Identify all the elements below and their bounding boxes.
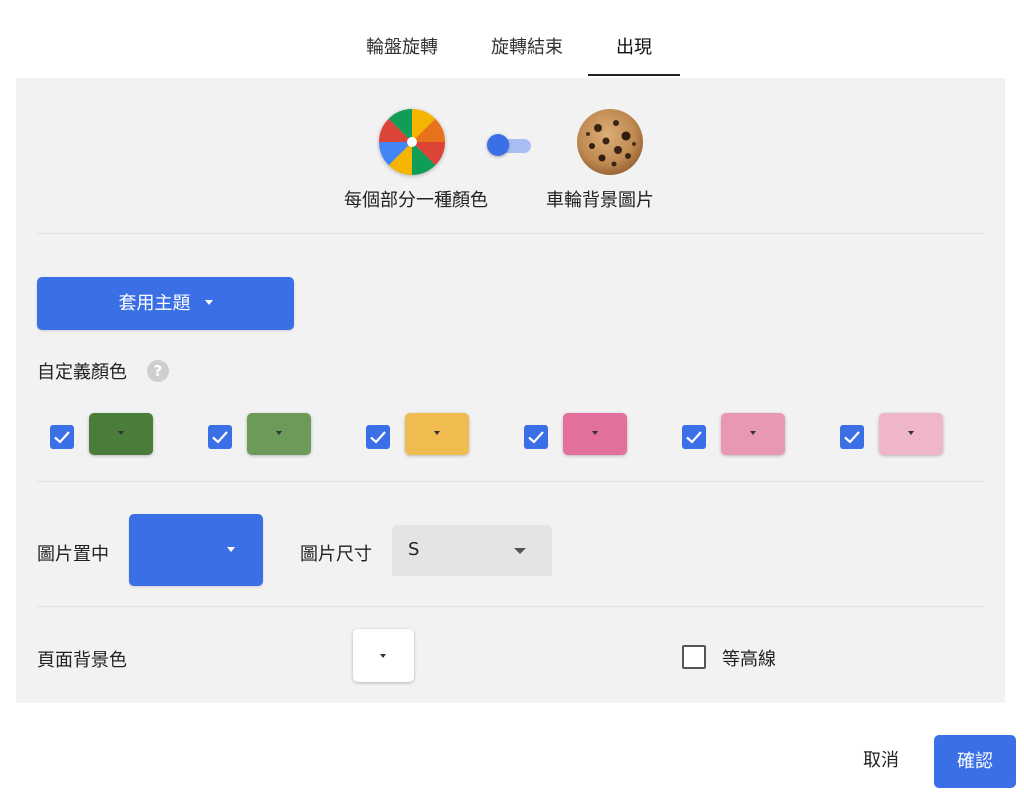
tab-wheel-spin[interactable]: 輪盤旋轉 [356,22,448,74]
divider [36,233,985,234]
color-checkbox-1[interactable] [50,425,74,449]
tab-bar: 輪盤旋轉 旋轉結束 出現 [0,22,1024,78]
color-swatch-6[interactable] [879,413,943,455]
cookie-image[interactable] [576,108,644,176]
image-size-label: 圖片尺寸 [300,544,372,565]
chevron-down-icon [908,431,914,435]
color-per-section-label[interactable]: 每個部分一種顏色 [316,186,516,212]
help-icon[interactable]: ? [147,360,169,382]
color-checkbox-6[interactable] [840,425,864,449]
color-checkbox-3[interactable] [366,425,390,449]
chevron-down-icon [750,431,756,435]
divider [36,606,985,607]
checkmark-icon [686,431,702,444]
image-center-color-button[interactable] [129,514,263,586]
toggle-knob [487,134,509,156]
chevron-down-icon [276,431,282,435]
contour-label[interactable]: 等高線 [722,645,776,671]
wheel-background-image-label[interactable]: 車輪背景圖片 [520,186,680,212]
checkmark-icon [528,431,544,444]
color-swatch-row [16,413,1005,458]
chevron-down-icon [204,299,213,305]
color-swatch-4[interactable] [563,413,627,455]
custom-colors-label: 自定義顏色 [37,362,127,383]
divider [36,481,985,482]
active-tab-indicator [588,74,680,76]
color-checkbox-4[interactable] [524,425,548,449]
chevron-down-icon [434,431,440,435]
appearance-toggle-switch[interactable] [487,134,533,156]
chevron-down-icon [227,547,235,552]
image-center-label: 圖片置中 [37,544,109,565]
image-size-value: S [408,539,420,560]
confirm-button[interactable]: 確認 [934,735,1016,788]
color-swatch-5[interactable] [721,413,785,455]
checkmark-icon [54,431,70,444]
checkmark-icon [844,431,860,444]
color-swatch-3[interactable] [405,413,469,455]
checkmark-icon [370,431,386,444]
contour-checkbox[interactable] [682,645,706,669]
tab-appearance[interactable]: 出現 [588,22,680,74]
cancel-button[interactable]: 取消 [846,737,916,785]
color-swatch-2[interactable] [247,413,311,455]
tab-spin-end[interactable]: 旋轉結束 [480,22,574,74]
checkmark-icon [212,431,228,444]
apply-theme-button[interactable]: 套用主題 [37,277,294,330]
chevron-down-icon [592,431,598,435]
color-checkbox-2[interactable] [208,425,232,449]
color-checkbox-5[interactable] [682,425,706,449]
appearance-panel: 每個部分一種顏色 車輪背景圖片 套用主題 自定義顏色 ? 圖片置中 圖片尺寸 S… [16,78,1005,703]
image-size-select[interactable]: S [392,525,552,576]
chevron-down-icon [118,431,124,435]
apply-theme-label: 套用主題 [118,293,191,314]
page-background-label: 頁面背景色 [37,650,127,671]
wheel-icon[interactable] [378,108,446,176]
chevron-down-icon [380,654,386,658]
color-swatch-1[interactable] [89,413,153,455]
page-background-color-swatch[interactable] [353,629,414,682]
chevron-down-icon [514,548,526,554]
